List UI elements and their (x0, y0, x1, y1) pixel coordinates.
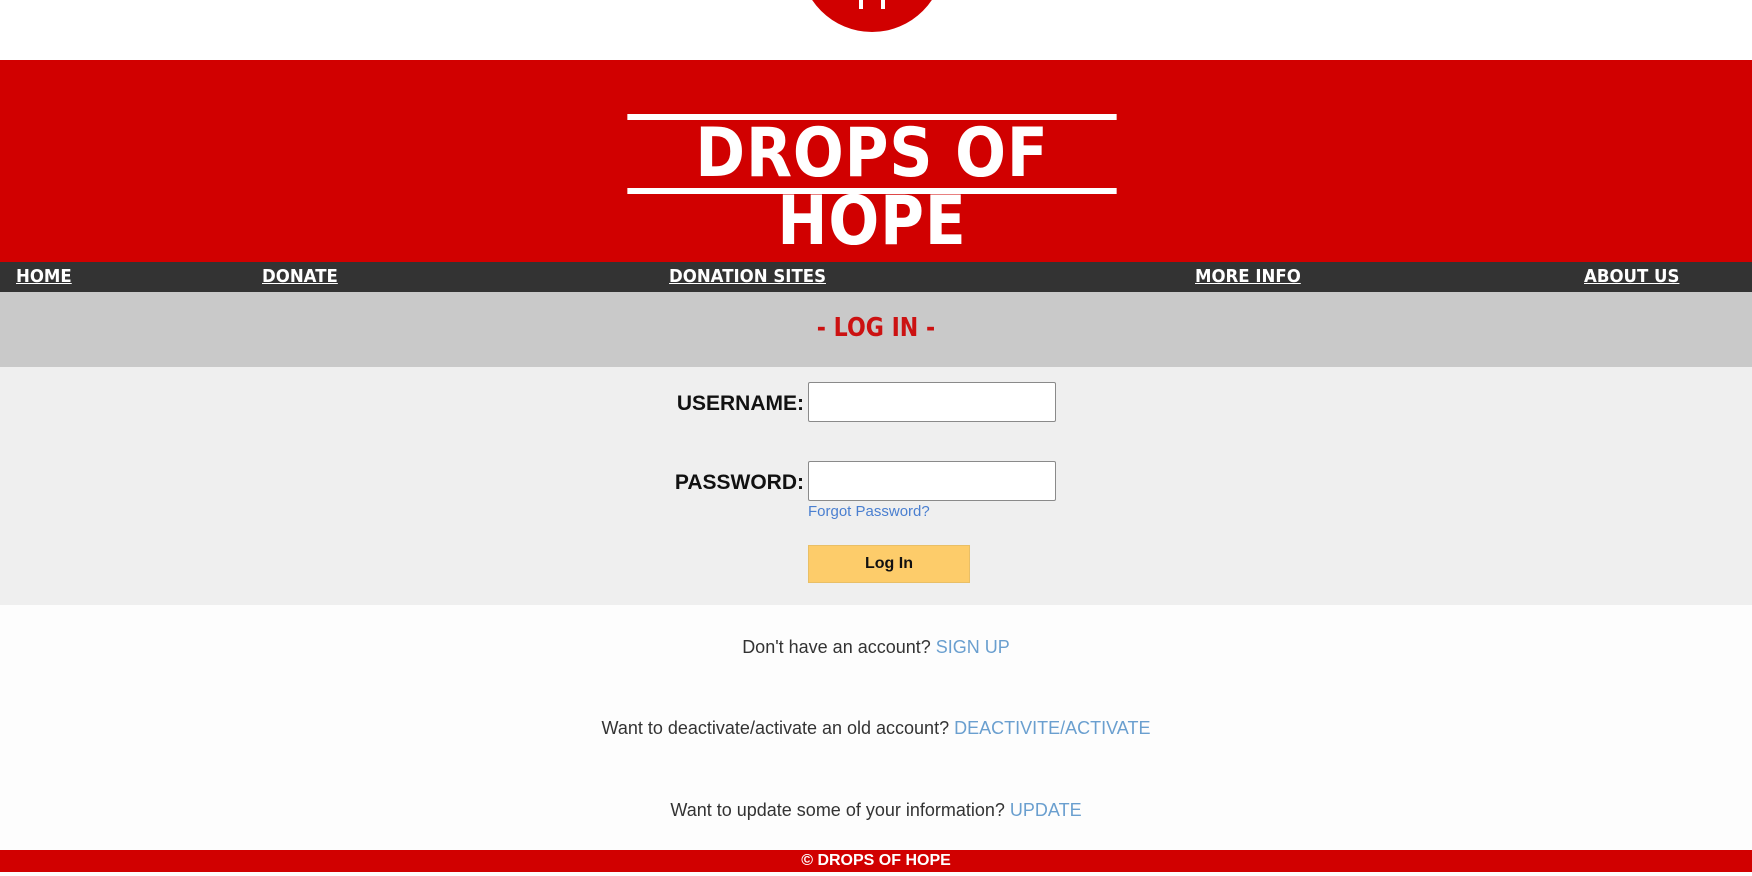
signup-prompt: Don't have an account? (742, 637, 931, 657)
nav-about-us-link[interactable]: ABOUT US (1584, 266, 1679, 288)
site-title: DROPS OF HOPE (627, 114, 1117, 256)
signup-line: Don't have an account? SIGN UP (0, 636, 1752, 658)
nav-home-link[interactable]: HOME (16, 266, 72, 288)
username-label: USERNAME: (676, 392, 804, 415)
password-label: PASSWORD: (674, 471, 804, 494)
update-link[interactable]: UPDATE (1010, 800, 1082, 820)
login-title: - LOG IN - (816, 313, 936, 343)
update-line: Want to update some of your information?… (0, 799, 1752, 821)
main-nav: HOME DONATE DONATION SITES MORE INFO ABO… (0, 262, 1752, 292)
copyright-text: © DROPS OF HOPE (801, 852, 951, 869)
username-input[interactable] (808, 382, 1056, 422)
password-input[interactable] (808, 461, 1056, 501)
blood-drop-logo-icon (855, 0, 889, 10)
deactivate-line: Want to deactivate/activate an old accou… (0, 717, 1752, 739)
deactivate-prompt: Want to deactivate/activate an old accou… (601, 718, 950, 738)
login-button[interactable]: Log In (808, 545, 970, 583)
account-links: Don't have an account? SIGN UP Want to d… (0, 605, 1752, 850)
header-banner: DROPS OF HOPE (0, 60, 1752, 262)
nav-donation-sites-link[interactable]: DONATION SITES (669, 266, 826, 288)
signup-link[interactable]: SIGN UP (936, 637, 1010, 657)
nav-donate-link[interactable]: DONATE (262, 266, 338, 288)
deactivate-activate-link[interactable]: DEACTIVITE/ACTIVATE (954, 718, 1150, 738)
footer: © DROPS OF HOPE (0, 850, 1752, 872)
logo-area (0, 0, 1752, 60)
login-form: USERNAME: PASSWORD: Forgot Password? Log… (0, 367, 1752, 605)
nav-more-info-link[interactable]: MORE INFO (1195, 266, 1301, 288)
forgot-password-link[interactable]: Forgot Password? (808, 503, 930, 521)
update-prompt: Want to update some of your information? (670, 800, 1005, 820)
login-heading-bar: - LOG IN - (0, 292, 1752, 367)
